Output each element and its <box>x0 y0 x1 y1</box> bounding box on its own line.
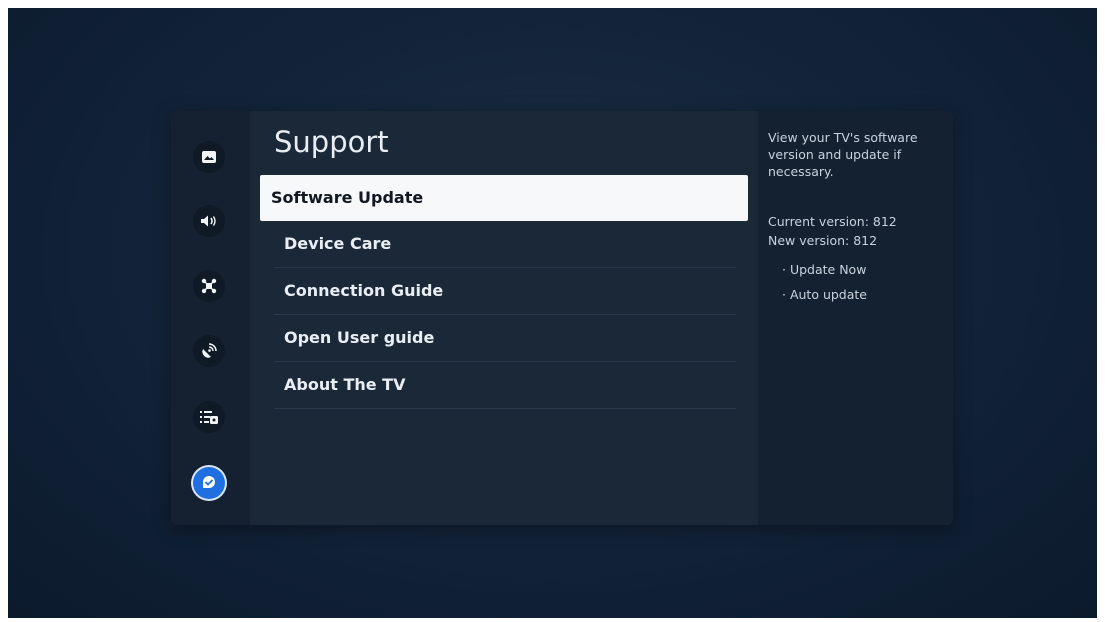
current-version-text: Current version: 812 <box>768 214 897 229</box>
general-privacy-icon[interactable] <box>193 401 225 433</box>
info-description: View your TV's software version and upda… <box>768 130 918 179</box>
tv-screen: Support Software Update Device Care Conn… <box>8 8 1097 618</box>
support-menu-pane: Support Software Update Device Care Conn… <box>250 111 758 525</box>
menu-item-device-care[interactable]: Device Care <box>274 221 736 268</box>
connection-icon[interactable] <box>193 270 225 302</box>
page-title: Support <box>274 125 389 159</box>
settings-category-rail <box>171 111 250 525</box>
option-auto-update: · Auto update <box>782 287 867 302</box>
option-update-now: · Update Now <box>782 262 867 277</box>
sound-icon[interactable] <box>193 205 225 237</box>
settings-panel: Support Software Update Device Care Conn… <box>171 111 953 525</box>
support-icon[interactable] <box>193 467 225 499</box>
menu-item-software-update[interactable]: Software Update <box>260 175 748 221</box>
picture-icon[interactable] <box>193 141 225 173</box>
menu-item-connection-guide[interactable]: Connection Guide <box>274 268 736 315</box>
broadcasting-icon[interactable] <box>193 335 225 367</box>
menu-item-about-the-tv[interactable]: About The TV <box>274 362 736 409</box>
info-pane: View your TV's software version and upda… <box>758 111 953 525</box>
menu-item-open-user-guide[interactable]: Open User guide <box>274 315 736 362</box>
support-menu: Software Update Device Care Connection G… <box>260 175 748 409</box>
new-version-text: New version: 812 <box>768 233 878 248</box>
